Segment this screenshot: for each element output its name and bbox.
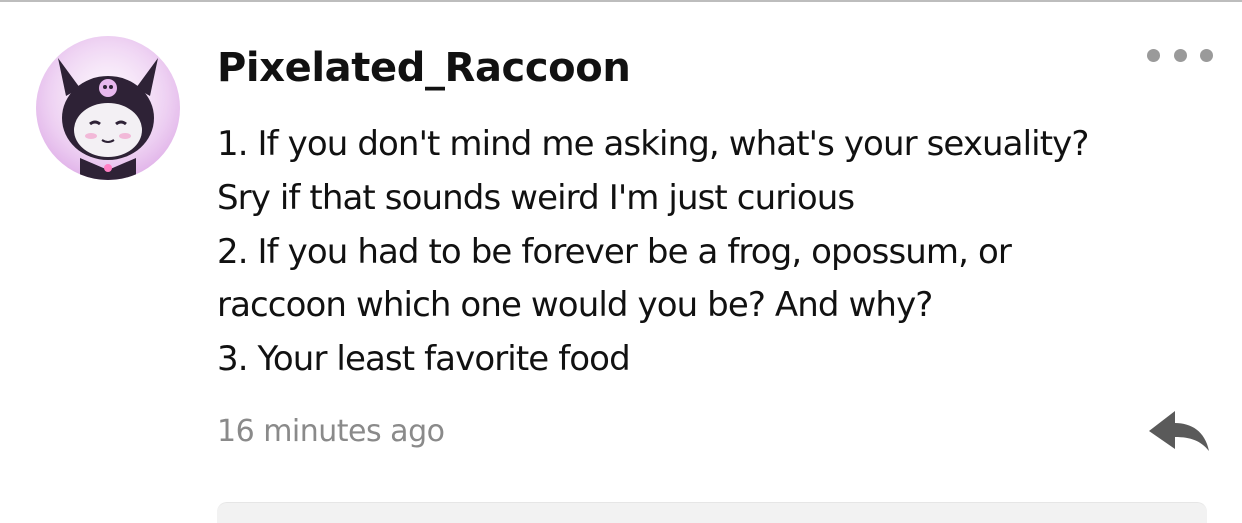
user-avatar[interactable] [36,36,180,180]
more-options-dot [1173,48,1187,62]
username[interactable]: Pixelated_Raccoon [217,44,631,92]
reply-input-area[interactable] [217,502,1207,523]
message-line: 3. Your least favorite food [217,339,631,380]
more-options-dots-icon [1147,48,1160,62]
message-line: 1. If you don't mind me asking, what's y… [217,124,1089,164]
message-line: raccoon which one would you be? And why? [217,285,933,326]
more-options-button[interactable] [1147,41,1213,69]
more-options-dot [1200,48,1213,62]
kuromi-avatar-icon [36,36,180,180]
message-line: Sry if that sounds weird I'm just curiou… [217,177,855,218]
top-divider [0,0,1242,2]
comment-timestamp: 16 minutes ago [217,414,445,449]
reply-button[interactable] [1145,405,1213,457]
comment-message: 1. If you don't mind me asking, what's y… [217,118,1207,387]
reply-arrow-icon [1149,411,1209,451]
message-line: 2. If you had to be forever be a frog, o… [217,231,1012,272]
